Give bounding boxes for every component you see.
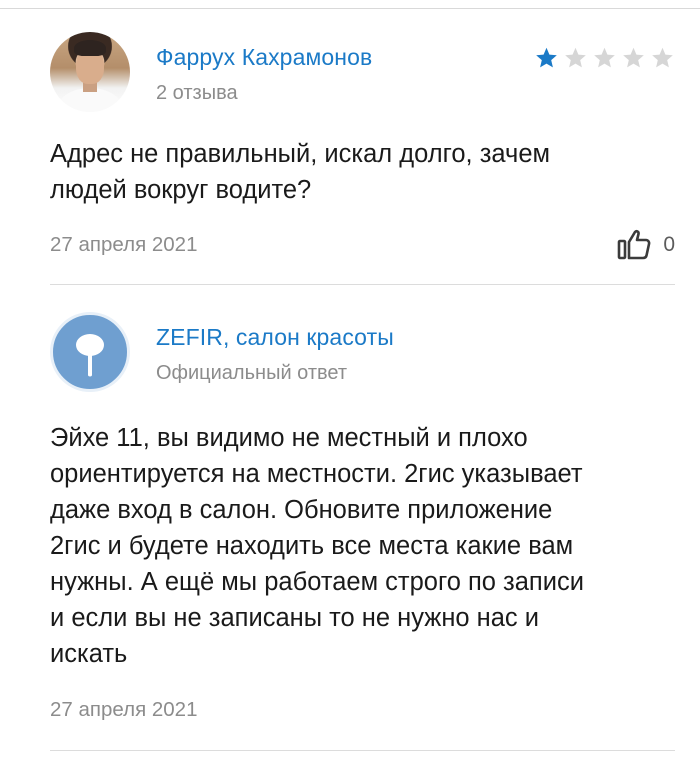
- review-divider: [50, 284, 675, 285]
- star-empty-icon: [623, 47, 644, 68]
- like-button[interactable]: 0: [617, 229, 675, 261]
- reply-text: Эйхе 11, вы видимо не местный и плохо ор…: [50, 424, 584, 668]
- star-empty-icon: [652, 47, 673, 68]
- star-empty-icon: [594, 47, 615, 68]
- review-text: Адрес не правильный, искал долго, зачем …: [50, 140, 551, 204]
- user-avatar[interactable]: [50, 32, 130, 112]
- review-author-name[interactable]: Фаррух Кахрамонов: [156, 44, 372, 71]
- star-empty-icon: [565, 47, 586, 68]
- avatar-hair: [74, 40, 106, 56]
- review-author-review-count: 2 отзыва: [156, 82, 238, 104]
- star-filled-icon: [536, 47, 557, 68]
- review-card: Фаррух Кахрамонов 2 отзыва Адрес не прав…: [50, 32, 675, 298]
- like-count: 0: [663, 233, 675, 256]
- organization-avatar[interactable]: [50, 312, 130, 392]
- review-date: 27 апреля 2021: [50, 233, 198, 256]
- reply-author-name[interactable]: ZEFIR, салон красоты: [156, 324, 394, 351]
- thumbs-up-icon[interactable]: [617, 229, 651, 261]
- pin-logo-icon: [76, 334, 104, 377]
- reply-divider: [50, 750, 675, 751]
- official-reply-label: Официальный ответ: [156, 362, 348, 384]
- official-reply-card: ZEFIR, салон красоты Официальный ответ Э…: [50, 312, 675, 750]
- rating-stars: [534, 46, 675, 70]
- reply-date: 27 апреля 2021: [50, 698, 198, 721]
- top-divider: [0, 0, 700, 9]
